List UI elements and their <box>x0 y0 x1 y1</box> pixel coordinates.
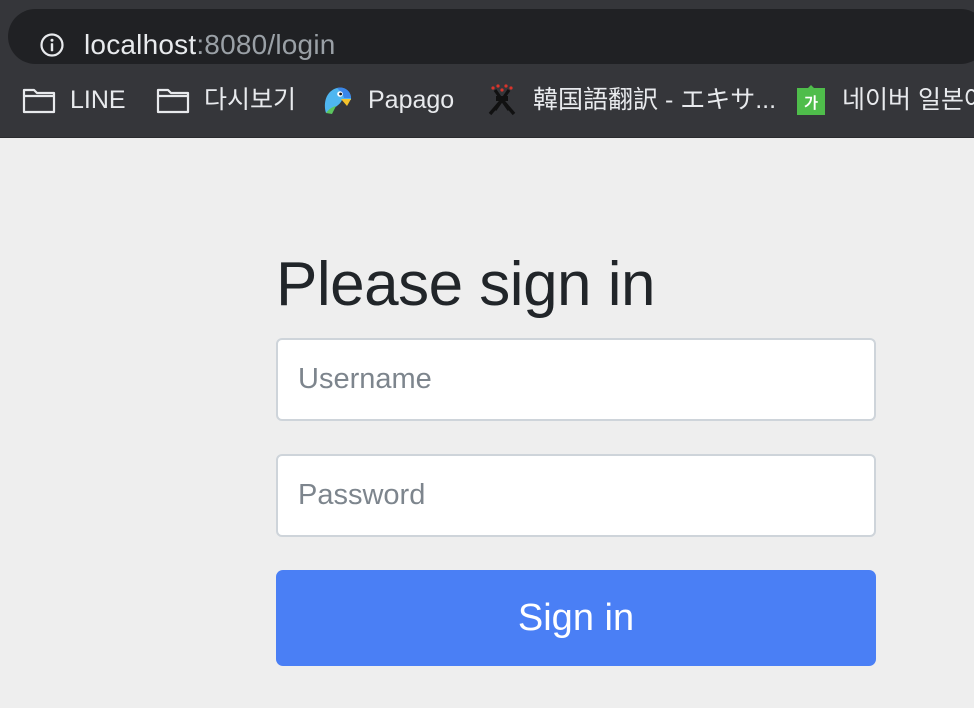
bookmark-label: Papago <box>368 86 455 114</box>
bookmark-naver-japanese[interactable]: 가 네이버 일본어 <box>794 83 974 117</box>
bookmark-line[interactable]: LINE <box>22 83 126 117</box>
info-icon[interactable] <box>40 33 64 57</box>
address-row: localhost:8080/login <box>0 0 974 72</box>
browser-chrome: localhost:8080/login LINE 다시보기 Papago 韓国… <box>0 0 974 138</box>
page-title: Please sign in <box>276 250 656 319</box>
folder-icon <box>22 83 56 117</box>
url-path: :8080/login <box>196 29 336 60</box>
bookmark-dasibogi[interactable]: 다시보기 <box>156 83 296 117</box>
sign-in-button[interactable]: Sign in <box>276 570 876 666</box>
bookmark-excite-translation[interactable]: 韓国語翻訳 - エキサ... <box>485 83 776 117</box>
password-input[interactable] <box>276 454 876 537</box>
bookmark-papago[interactable]: Papago <box>320 83 454 117</box>
bookmark-label: 韓国語翻訳 - エキサ... <box>533 86 777 114</box>
bookmark-label: 네이버 일본어 <box>842 86 974 114</box>
folder-icon <box>156 83 190 117</box>
address-bar[interactable]: localhost:8080/login <box>8 9 974 64</box>
url-host: localhost <box>84 29 197 60</box>
login-page: Please sign in Sign in <box>0 138 974 708</box>
bookmark-label: LINE <box>70 86 126 114</box>
bookmark-label: 다시보기 <box>204 86 297 114</box>
username-input[interactable] <box>276 338 876 421</box>
papago-parrot-icon <box>320 83 354 117</box>
svg-text:가: 가 <box>804 94 818 112</box>
naver-dictionary-ga-icon: 가 <box>794 83 828 117</box>
excite-icon <box>485 83 519 117</box>
url-text[interactable]: localhost:8080/login <box>84 28 336 62</box>
bookmarks-bar: LINE 다시보기 Papago 韓国語翻訳 - エキサ... 가 네이버 일본… <box>0 72 974 138</box>
